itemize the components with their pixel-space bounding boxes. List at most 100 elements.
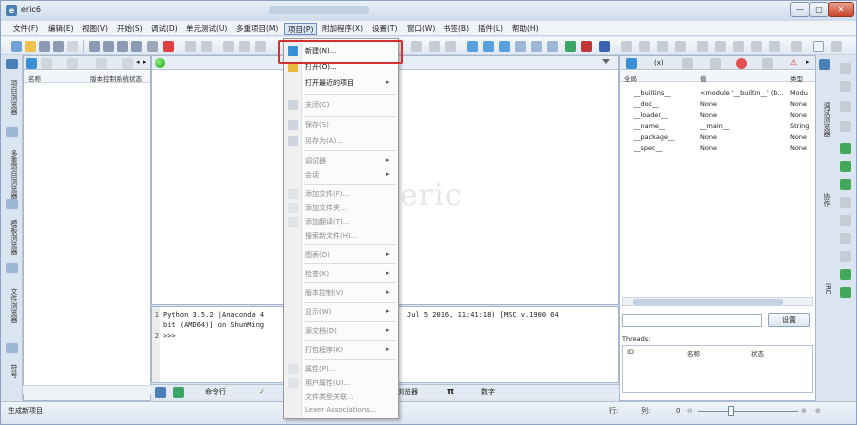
variables-scrollbar[interactable] <box>622 297 813 306</box>
menu-item-close-project[interactable]: 关闭(C) <box>284 97 398 113</box>
run-project-icon[interactable] <box>599 41 610 52</box>
zoom-slider-thumb[interactable] <box>728 406 734 416</box>
menu-item-search-new-files[interactable]: 搜索新文件(H)... <box>284 228 398 244</box>
side-tool-icon[interactable] <box>840 143 851 154</box>
col-value[interactable]: 值 <box>700 73 707 83</box>
col-global[interactable]: 全局 <box>624 73 637 83</box>
project-open-icon[interactable] <box>483 41 494 52</box>
file-browser-tab-icon[interactable] <box>6 263 18 273</box>
side-tool-icon[interactable] <box>840 197 851 208</box>
resources-tab-icon[interactable] <box>96 58 107 69</box>
menu-item-packagers[interactable]: 打包程序(K) ▸ <box>284 342 398 358</box>
bookmark-toggle-icon[interactable] <box>751 41 762 52</box>
menu-item-source-docs[interactable]: 源文档(D) ▸ <box>284 323 398 339</box>
side-tool-icon[interactable] <box>840 269 851 280</box>
tab-cooperation[interactable]: 协作 <box>818 189 832 211</box>
continue-icon[interactable] <box>697 41 708 52</box>
redo-icon[interactable] <box>201 41 212 52</box>
paste-icon[interactable] <box>255 41 266 52</box>
print-preview-icon[interactable] <box>147 41 158 52</box>
side-tool-icon[interactable] <box>840 101 851 112</box>
tab-scroll-left-icon[interactable]: ◂ <box>136 58 140 66</box>
print-icon[interactable] <box>103 41 114 52</box>
menu-item-lexer-associations[interactable]: Lexer Associations... <box>284 403 398 419</box>
save-all-icon[interactable] <box>89 41 100 52</box>
close-window-button[interactable]: ✕ <box>828 2 854 17</box>
side-tool-icon[interactable] <box>840 121 851 132</box>
menu-item-recent-projects[interactable]: 打开最近的项目 ▸ <box>284 75 398 91</box>
bookmark-clear-icon[interactable] <box>769 41 780 52</box>
col-name[interactable]: 名称 <box>28 73 41 83</box>
variable-row[interactable]: __spec__ None None <box>620 143 815 154</box>
col-type[interactable]: 类型 <box>790 73 803 83</box>
new-document-icon[interactable] <box>155 58 165 68</box>
translations-tab-icon[interactable] <box>67 58 78 69</box>
filter-set-button[interactable]: 设置 <box>768 313 810 327</box>
symbols-tab-icon[interactable] <box>6 343 18 353</box>
zoom-out-icon[interactable]: ⊖ <box>687 404 693 418</box>
maximize-button[interactable]: ▢ <box>809 2 829 17</box>
side-tool-icon[interactable] <box>840 233 851 244</box>
menu-start[interactable]: 开始(S) <box>114 23 146 35</box>
menu-help[interactable]: 帮助(H) <box>509 23 542 35</box>
zoom-slider-track[interactable] <box>698 411 798 412</box>
tab-template-browser[interactable]: 模板浏览器 <box>5 215 19 259</box>
tab-log-viewer[interactable]: 浏览器 <box>397 387 418 399</box>
project-props-icon[interactable] <box>531 41 542 52</box>
open-file-icon[interactable] <box>25 41 36 52</box>
minimize-button[interactable]: — <box>790 2 810 17</box>
others-tab-icon[interactable] <box>122 58 133 69</box>
zoom-reset-icon[interactable]: ⊕ <box>815 404 821 418</box>
tab-file-browser[interactable]: 文件浏览器 <box>5 279 19 331</box>
task-viewer-icon[interactable]: ✓ <box>259 387 265 399</box>
tab-project-browser[interactable]: 项目浏览器 <box>5 73 19 121</box>
bookmark-next-icon[interactable] <box>715 41 726 52</box>
side-tool-icon[interactable] <box>840 287 851 298</box>
exit-icon[interactable] <box>163 41 174 52</box>
menu-item-save-project-as[interactable]: 另存为(A)... <box>284 133 398 149</box>
shell-prompt[interactable]: >>> <box>163 332 176 340</box>
col-vcs-status[interactable]: 版本控制系统状态 <box>90 73 142 83</box>
project-vcs-icon[interactable] <box>547 41 558 52</box>
step-out-icon[interactable] <box>657 41 668 52</box>
save-as-icon[interactable] <box>53 41 64 52</box>
col-thread-status[interactable]: 状态 <box>751 348 764 358</box>
menu-window[interactable]: 窗口(W) <box>404 23 438 35</box>
callstack-alt-tab-icon[interactable] <box>710 58 721 69</box>
menu-item-version-control[interactable]: 版本控制(V) ▸ <box>284 285 398 301</box>
bookmark-prev-icon[interactable] <box>733 41 744 52</box>
copy-icon[interactable] <box>239 41 250 52</box>
project-close-icon[interactable] <box>515 41 526 52</box>
new-file-icon[interactable] <box>11 41 22 52</box>
global-variables-tab-icon[interactable] <box>626 58 637 69</box>
menu-multiproject[interactable]: 多重项目(M) <box>233 23 281 35</box>
debug-mode-icon[interactable] <box>831 41 842 52</box>
multiproject-tab-icon[interactable] <box>6 127 18 137</box>
menu-bookmarks[interactable]: 书签(B) <box>440 23 472 35</box>
stop-icon[interactable] <box>675 41 686 52</box>
step-icon[interactable] <box>621 41 632 52</box>
menu-item-check[interactable]: 检查(K) ▸ <box>284 266 398 282</box>
tab-debug-viewer[interactable]: 调试浏览器 <box>818 97 832 141</box>
tab-pi[interactable]: π <box>447 387 454 399</box>
replace-icon[interactable] <box>429 41 440 52</box>
menu-unittest[interactable]: 单元测试(U) <box>183 23 230 35</box>
save-icon[interactable] <box>39 41 50 52</box>
tab-multiproject-browser[interactable]: 多重项目浏览器 <box>5 143 19 205</box>
tab-numbers[interactable]: 数字 <box>481 387 495 399</box>
preview-icon[interactable] <box>131 41 142 52</box>
whats-this-icon[interactable] <box>791 41 802 52</box>
side-tool-icon[interactable] <box>840 63 851 74</box>
threads-table[interactable]: ID 名称 状态 <box>622 345 813 393</box>
tab-irc[interactable]: IRC <box>818 279 832 299</box>
step-over-icon[interactable] <box>639 41 650 52</box>
exceptions-tab-icon[interactable]: ⚠ <box>790 58 797 67</box>
run-script-icon[interactable] <box>565 41 576 52</box>
template-tab-icon[interactable] <box>6 199 18 209</box>
col-thread-name[interactable]: 名称 <box>687 348 700 358</box>
variable-filter-input[interactable] <box>622 314 762 327</box>
debug-script-icon[interactable] <box>581 41 592 52</box>
variable-row[interactable]: __package__ None None <box>620 132 815 143</box>
breakpoints-tab-icon[interactable] <box>736 58 747 69</box>
shell-tab-icon[interactable] <box>155 387 166 398</box>
